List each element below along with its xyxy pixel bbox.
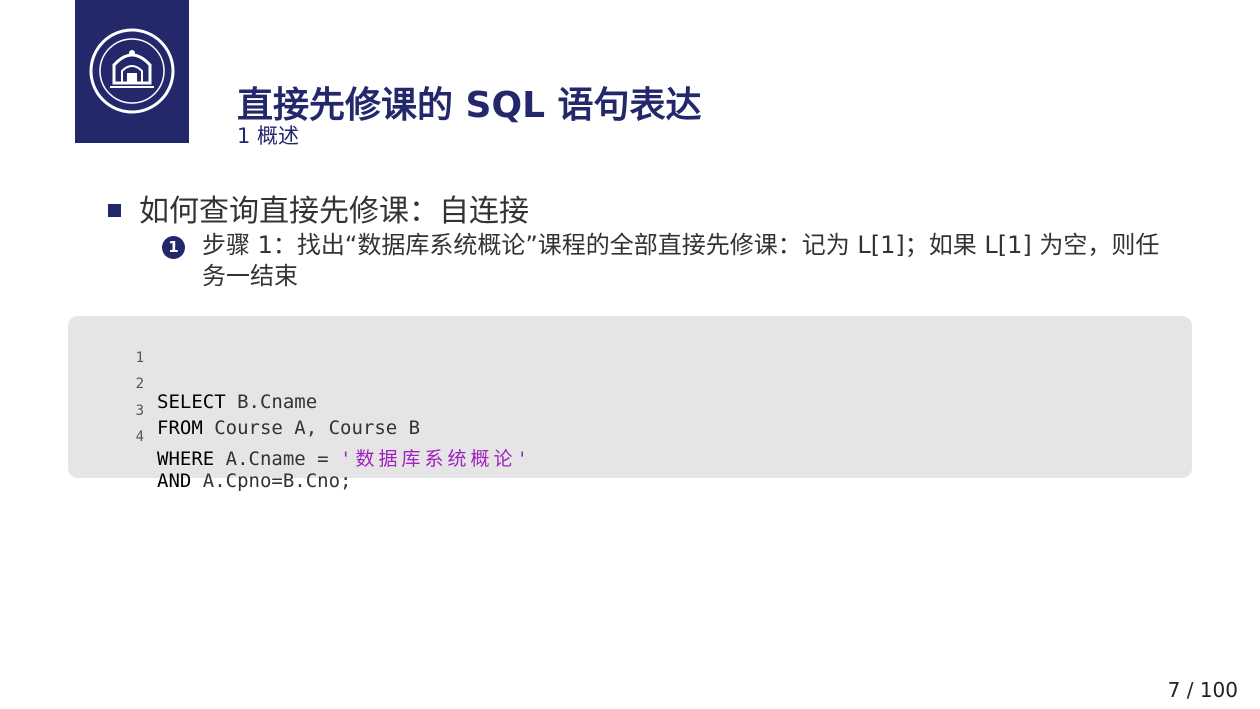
main-bullet-text: 如何查询直接先修课：自连接 <box>139 194 529 229</box>
sql-string: '数据库系统概论' <box>340 448 532 470</box>
line-number: 3 <box>135 403 144 419</box>
code-line: 4 AND A.Cpno=B.Cno; <box>68 426 352 492</box>
code-line: 3 WHERE A.Cname = '数据库系统概论' <box>68 400 528 470</box>
slide-title: 直接先修课的 SQL 语句表达 <box>237 85 702 126</box>
line-number: 4 <box>135 429 144 445</box>
sql-keyword: WHERE <box>157 448 215 470</box>
step-text: 步骤 1：找出“数据库系统概论”课程的全部直接先修课：记为 L[1]；如果 L[… <box>202 231 1160 290</box>
sql-keyword: FROM <box>157 417 203 439</box>
code-line: 2 FROM Course A, Course B <box>68 373 421 439</box>
main-bullet: 如何查询直接先修课：自连接 <box>108 186 529 230</box>
sql-text: A.Cpno=B.Cno; <box>191 470 352 492</box>
line-number: 2 <box>135 376 144 392</box>
sql-keyword: AND <box>157 470 192 492</box>
university-logo <box>75 0 189 143</box>
numbered-circle-icon: 1 <box>162 236 185 259</box>
line-number: 1 <box>135 350 144 366</box>
page-number: 7 / 100 <box>1167 678 1238 702</box>
code-block: 1 SELECT B.Cname 2 FROM Course A, Course… <box>68 316 1192 492</box>
code-line: 1 SELECT B.Cname <box>68 347 318 413</box>
code-content: FROM Course A, Course B <box>157 417 420 439</box>
sql-text: Course A, Course B <box>202 417 421 439</box>
code-content: SELECT B.Cname <box>157 391 317 413</box>
step-item: 1 步骤 1：找出“数据库系统概论”课程的全部直接先修课：记为 L[1]；如果 … <box>162 230 1172 292</box>
section-subtitle: 1 概述 <box>237 124 300 148</box>
code-content: WHERE A.Cname = '数据库系统概论' <box>157 444 532 471</box>
sql-text: A.Cname = <box>214 448 341 470</box>
university-seal-icon <box>89 28 175 114</box>
square-bullet-icon <box>108 204 121 217</box>
code-content: AND A.Cpno=B.Cno; <box>157 470 351 492</box>
sql-keyword: SELECT <box>157 391 226 413</box>
sql-text: B.Cname <box>225 391 318 413</box>
